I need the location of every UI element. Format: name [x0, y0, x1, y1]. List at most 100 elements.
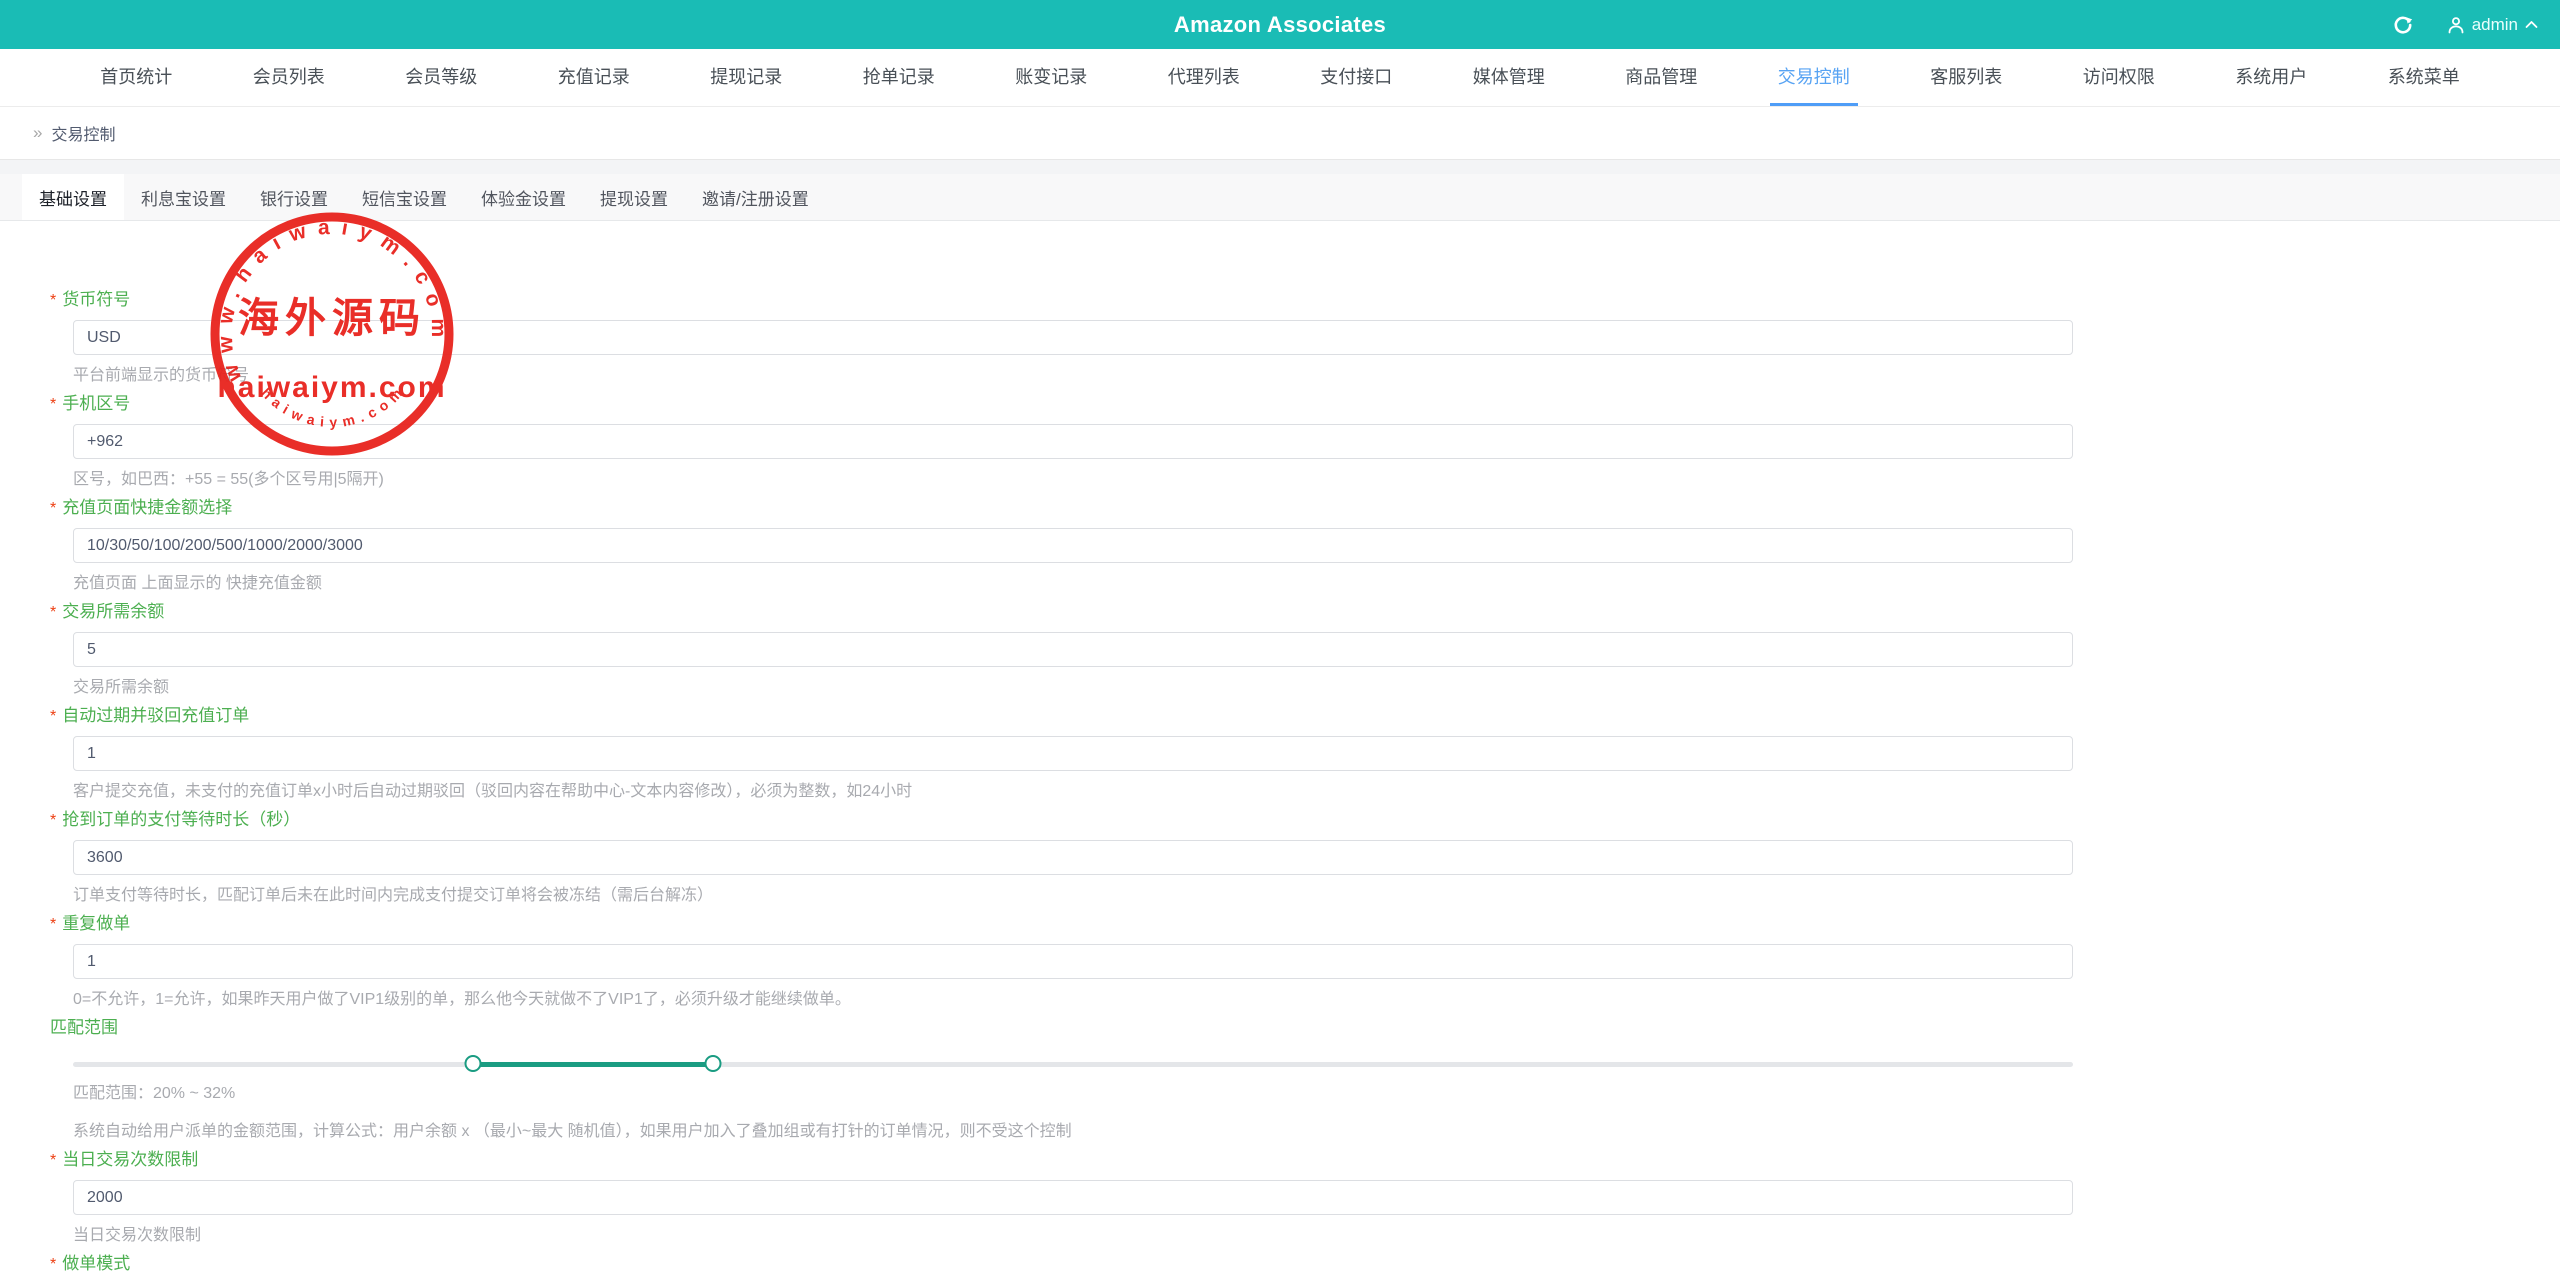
nav-item[interactable]: 抢单记录 — [855, 49, 943, 106]
field-help: 充值页面 上面显示的 快捷充值金额 — [73, 573, 2560, 595]
form-field: 匹配范围匹配范围：20% ~ 32% 系统自动给用户派单的金额范围，计算公式：用户… — [0, 1017, 2560, 1143]
settings-tab[interactable]: 体验金设置 — [464, 174, 583, 220]
nav-item[interactable]: 系统菜单 — [2380, 49, 2468, 106]
required-asterisk: * — [50, 812, 56, 829]
field-input[interactable] — [73, 528, 2073, 563]
required-asterisk: * — [50, 1256, 56, 1271]
settings-form: * 货币符号平台前端显示的货币符号 * 手机区号区号，如巴西：+55 = 55(多个区… — [0, 221, 2560, 1271]
nav-item[interactable]: 会员等级 — [397, 49, 485, 106]
field-help: 区号，如巴西：+55 = 55(多个区号用|5隔开) — [73, 469, 2560, 491]
nav-item[interactable]: 充值记录 — [550, 49, 638, 106]
nav-item[interactable]: 交易控制 — [1770, 49, 1858, 106]
form-field: * 货币符号平台前端显示的货币符号 — [0, 289, 2560, 387]
field-label: 匹配范围 — [50, 1018, 118, 1037]
refresh-button[interactable] — [2393, 15, 2413, 35]
field-label-row: * 充值页面快捷金额选择 — [50, 497, 2560, 519]
field-label: 交易所需余额 — [62, 602, 164, 621]
content-card: 基础设置利息宝设置银行设置短信宝设置体验金设置提现设置邀请/注册设置 * 货币符号… — [0, 174, 2560, 1271]
form-field: * 充值页面快捷金额选择充值页面 上面显示的 快捷充值金额 — [0, 497, 2560, 595]
breadcrumb: » 交易控制 — [0, 107, 2560, 160]
field-label-row: * 手机区号 — [50, 393, 2560, 415]
field-help: 客户提交充值，未支付的充值订单x小时后自动过期驳回（驳回内容在帮助中心-文本内容… — [73, 781, 2560, 803]
field-label: 做单模式 — [62, 1254, 130, 1271]
required-asterisk: * — [50, 396, 56, 413]
field-label: 重复做单 — [62, 914, 130, 933]
field-label: 抢到订单的支付等待时长（秒） — [62, 810, 300, 829]
field-input[interactable] — [73, 1180, 2073, 1215]
field-help-secondary: 系统自动给用户派单的金额范围，计算公式：用户余额 x （最小~最大 随机值），如… — [73, 1121, 2560, 1143]
settings-tab[interactable]: 短信宝设置 — [345, 174, 464, 220]
settings-tabs: 基础设置利息宝设置银行设置短信宝设置体验金设置提现设置邀请/注册设置 — [0, 174, 2560, 221]
field-label-row: * 货币符号 — [50, 289, 2560, 311]
form-field: * 自动过期并驳回充值订单客户提交充值，未支付的充值订单x小时后自动过期驳回（驳回… — [0, 705, 2560, 803]
settings-tab[interactable]: 邀请/注册设置 — [685, 174, 826, 220]
field-label-row: * 抢到订单的支付等待时长（秒） — [50, 809, 2560, 831]
form-field: * 重复做单 0=不允许，1=允许，如果昨天用户做了VIP1级别的单，那么他今天就做… — [0, 913, 2560, 1011]
field-input[interactable] — [73, 840, 2073, 875]
field-label-row: * 交易所需余额 — [50, 601, 2560, 623]
nav-item[interactable]: 账变记录 — [1007, 49, 1095, 106]
settings-tab[interactable]: 利息宝设置 — [124, 174, 243, 220]
field-label-row: * 重复做单 — [50, 913, 2560, 935]
app-title: Amazon Associates — [0, 0, 2560, 49]
nav-item[interactable]: 媒体管理 — [1465, 49, 1553, 106]
form-field: * 手机区号区号，如巴西：+55 = 55(多个区号用|5隔开) — [0, 393, 2560, 491]
required-asterisk: * — [50, 916, 56, 933]
field-input[interactable] — [73, 632, 2073, 667]
form-field: *当日交易次数限制当日交易次数限制 — [0, 1149, 2560, 1247]
required-asterisk: * — [50, 500, 56, 517]
field-help: 匹配范围：20% ~ 32% — [73, 1083, 2560, 1105]
range-slider[interactable] — [73, 1055, 2073, 1073]
required-asterisk: * — [50, 292, 56, 309]
field-input[interactable] — [73, 320, 2073, 355]
user-menu[interactable]: admin — [2447, 15, 2538, 35]
breadcrumb-chevron-icon: » — [33, 123, 42, 143]
field-input[interactable] — [73, 424, 2073, 459]
nav-item[interactable]: 系统用户 — [2227, 49, 2315, 106]
top-header: Amazon Associates admin — [0, 0, 2560, 49]
field-input[interactable] — [73, 944, 2073, 979]
slider-handle-min[interactable] — [465, 1055, 482, 1072]
slider-handle-max[interactable] — [705, 1055, 722, 1072]
person-icon — [2447, 16, 2465, 34]
field-help: 交易所需余额 — [73, 677, 2560, 699]
nav-item[interactable]: 首页统计 — [92, 49, 180, 106]
required-asterisk: * — [50, 604, 56, 621]
required-asterisk: * — [50, 708, 56, 725]
required-asterisk: * — [50, 1152, 56, 1169]
username: admin — [2472, 15, 2518, 35]
field-label: 手机区号 — [62, 394, 130, 413]
field-label-row: * 自动过期并驳回充值订单 — [50, 705, 2560, 727]
settings-tab[interactable]: 提现设置 — [583, 174, 685, 220]
admin-page: Amazon Associates admin 首页统计 会员列表 会员等级 — [0, 0, 2560, 1271]
settings-tab[interactable]: 基础设置 — [22, 174, 124, 220]
slider-track[interactable] — [73, 1062, 2073, 1067]
form-field: *交易所需余额交易所需余额 — [0, 601, 2560, 699]
field-help: 当日交易次数限制 — [73, 1225, 2560, 1247]
field-label-row: 匹配范围 — [50, 1017, 2560, 1039]
breadcrumb-label: 交易控制 — [51, 121, 115, 145]
field-label: 当日交易次数限制 — [62, 1150, 198, 1169]
refresh-icon — [2393, 15, 2413, 35]
nav-item[interactable]: 支付接口 — [1312, 49, 1400, 106]
field-label-row: * 当日交易次数限制 — [50, 1149, 2560, 1171]
main-nav: 首页统计 会员列表 会员等级 充值记录 提现记录 抢单记录 账变记录 代理列表 支付接口 媒体管理… — [0, 49, 2560, 107]
nav-item[interactable]: 会员列表 — [245, 49, 333, 106]
nav-item[interactable]: 访问权限 — [2075, 49, 2163, 106]
field-help: 0=不允许，1=允许，如果昨天用户做了VIP1级别的单，那么他今天就做不了VIP… — [73, 989, 2560, 1011]
nav-item[interactable]: 商品管理 — [1617, 49, 1705, 106]
nav-item[interactable]: 提现记录 — [702, 49, 790, 106]
form-field: * 做单模式 — [0, 1253, 2560, 1271]
field-label: 货币符号 — [62, 290, 130, 309]
settings-tab[interactable]: 银行设置 — [243, 174, 345, 220]
field-help: 订单支付等待时长，匹配订单后未在此时间内完成支付提交订单将会被冻结（需后台解冻） — [73, 885, 2560, 907]
form-field: * 抢到订单的支付等待时长（秒） 订单支付等待时长，匹配订单后未在此时间内完成支付提… — [0, 809, 2560, 907]
field-label: 自动过期并驳回充值订单 — [62, 706, 249, 725]
field-label: 充值页面快捷金额选择 — [62, 498, 232, 517]
nav-item[interactable]: 客服列表 — [1922, 49, 2010, 106]
nav-item[interactable]: 代理列表 — [1160, 49, 1248, 106]
chevron-up-icon — [2525, 20, 2538, 29]
field-input[interactable] — [73, 736, 2073, 771]
field-help: 平台前端显示的货币符号 — [73, 365, 2560, 387]
slider-active-range — [473, 1062, 713, 1067]
